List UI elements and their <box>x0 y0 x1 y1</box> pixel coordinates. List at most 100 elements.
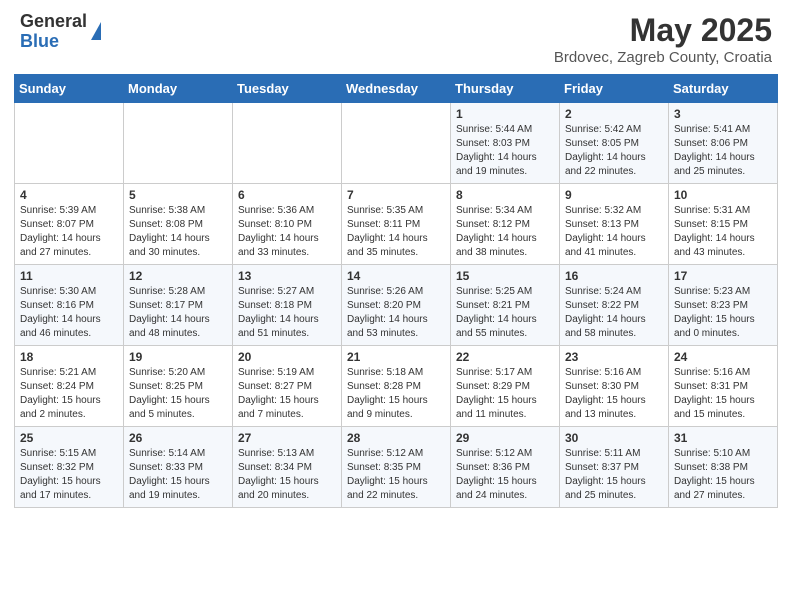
week-row-0: 1Sunrise: 5:44 AMSunset: 8:03 PMDaylight… <box>15 103 778 184</box>
day-number: 3 <box>674 107 772 121</box>
calendar-title: May 2025 <box>554 12 772 49</box>
day-number: 17 <box>674 269 772 283</box>
day-info: Sunrise: 5:24 AMSunset: 8:22 PMDaylight:… <box>565 285 663 341</box>
day-number: 15 <box>456 269 554 283</box>
day-info: Sunrise: 5:39 AMSunset: 8:07 PMDaylight:… <box>20 204 118 260</box>
day-number: 9 <box>565 188 663 202</box>
header-day-sunday: Sunday <box>15 75 124 103</box>
title-section: May 2025 Brdovec, Zagreb County, Croatia <box>554 12 772 66</box>
calendar-cell <box>124 103 233 184</box>
day-number: 13 <box>238 269 336 283</box>
day-info: Sunrise: 5:27 AMSunset: 8:18 PMDaylight:… <box>238 285 336 341</box>
day-info: Sunrise: 5:25 AMSunset: 8:21 PMDaylight:… <box>456 285 554 341</box>
day-info: Sunrise: 5:26 AMSunset: 8:20 PMDaylight:… <box>347 285 445 341</box>
header: General Blue May 2025 Brdovec, Zagreb Co… <box>0 0 792 74</box>
week-row-4: 25Sunrise: 5:15 AMSunset: 8:32 PMDayligh… <box>15 427 778 508</box>
day-info: Sunrise: 5:30 AMSunset: 8:16 PMDaylight:… <box>20 285 118 341</box>
calendar-cell: 4 Sunrise: 5:39 AMSunset: 8:07 PMDaylight… <box>15 184 124 265</box>
calendar-cell: 6 Sunrise: 5:36 AMSunset: 8:10 PMDaylight… <box>233 184 342 265</box>
day-info: Sunrise: 5:13 AMSunset: 8:34 PMDaylight:… <box>238 447 336 503</box>
day-info: Sunrise: 5:20 AMSunset: 8:25 PMDaylight:… <box>129 366 227 422</box>
day-number: 23 <box>565 350 663 364</box>
logo-text: General Blue <box>20 12 87 52</box>
calendar-cell: 16 Sunrise: 5:24 AMSunset: 8:22 PMDayligh… <box>560 265 669 346</box>
day-info: Sunrise: 5:38 AMSunset: 8:08 PMDaylight:… <box>129 204 227 260</box>
day-info: Sunrise: 5:23 AMSunset: 8:23 PMDaylight:… <box>674 285 772 341</box>
calendar-cell: 20Sunrise: 5:19 AMSunset: 8:27 PMDayligh… <box>233 346 342 427</box>
calendar-header: SundayMondayTuesdayWednesdayThursdayFrid… <box>15 75 778 103</box>
day-number: 30 <box>565 431 663 445</box>
header-day-monday: Monday <box>124 75 233 103</box>
header-day-saturday: Saturday <box>669 75 778 103</box>
day-info: Sunrise: 5:12 AMSunset: 8:35 PMDaylight:… <box>347 447 445 503</box>
day-info: Sunrise: 5:19 AMSunset: 8:27 PMDaylight:… <box>238 366 336 422</box>
day-number: 31 <box>674 431 772 445</box>
day-number: 29 <box>456 431 554 445</box>
day-number: 24 <box>674 350 772 364</box>
calendar-cell: 1Sunrise: 5:44 AMSunset: 8:03 PMDaylight… <box>451 103 560 184</box>
header-day-tuesday: Tuesday <box>233 75 342 103</box>
page-wrapper: General Blue May 2025 Brdovec, Zagreb Co… <box>0 0 792 518</box>
day-number: 19 <box>129 350 227 364</box>
day-number: 16 <box>565 269 663 283</box>
day-number: 14 <box>347 269 445 283</box>
header-row: SundayMondayTuesdayWednesdayThursdayFrid… <box>15 75 778 103</box>
calendar-cell: 23Sunrise: 5:16 AMSunset: 8:30 PMDayligh… <box>560 346 669 427</box>
day-info: Sunrise: 5:12 AMSunset: 8:36 PMDaylight:… <box>456 447 554 503</box>
day-info: Sunrise: 5:28 AMSunset: 8:17 PMDaylight:… <box>129 285 227 341</box>
calendar-container: SundayMondayTuesdayWednesdayThursdayFrid… <box>0 74 792 518</box>
calendar-table: SundayMondayTuesdayWednesdayThursdayFrid… <box>14 74 778 508</box>
calendar-cell: 7 Sunrise: 5:35 AMSunset: 8:11 PMDaylight… <box>342 184 451 265</box>
day-info: Sunrise: 5:14 AMSunset: 8:33 PMDaylight:… <box>129 447 227 503</box>
calendar-cell: 10 Sunrise: 5:31 AMSunset: 8:15 PMDayligh… <box>669 184 778 265</box>
calendar-cell: 12 Sunrise: 5:28 AMSunset: 8:17 PMDayligh… <box>124 265 233 346</box>
day-info: Sunrise: 5:35 AMSunset: 8:11 PMDaylight:… <box>347 204 445 260</box>
day-info: Sunrise: 5:31 AMSunset: 8:15 PMDaylight:… <box>674 204 772 260</box>
day-info: Sunrise: 5:16 AMSunset: 8:31 PMDaylight:… <box>674 366 772 422</box>
calendar-cell: 2Sunrise: 5:42 AMSunset: 8:05 PMDaylight… <box>560 103 669 184</box>
day-info: Sunrise: 5:36 AMSunset: 8:10 PMDaylight:… <box>238 204 336 260</box>
day-info: Sunrise: 5:32 AMSunset: 8:13 PMDaylight:… <box>565 204 663 260</box>
location-subtitle: Brdovec, Zagreb County, Croatia <box>554 49 772 66</box>
day-info: Sunrise: 5:10 AMSunset: 8:38 PMDaylight:… <box>674 447 772 503</box>
calendar-cell: 21 Sunrise: 5:18 AMSunset: 8:28 PMDayligh… <box>342 346 451 427</box>
day-number: 10 <box>674 188 772 202</box>
day-number: 7 <box>347 188 445 202</box>
logo-blue-text: Blue <box>20 32 87 52</box>
calendar-cell: 28 Sunrise: 5:12 AMSunset: 8:35 PMDayligh… <box>342 427 451 508</box>
day-number: 4 <box>20 188 118 202</box>
calendar-cell: 3 Sunrise: 5:41 AMSunset: 8:06 PMDaylight… <box>669 103 778 184</box>
day-number: 25 <box>20 431 118 445</box>
day-number: 2 <box>565 107 663 121</box>
calendar-cell: 25Sunrise: 5:15 AMSunset: 8:32 PMDayligh… <box>15 427 124 508</box>
day-info: Sunrise: 5:41 AMSunset: 8:06 PMDaylight:… <box>674 123 772 179</box>
week-row-1: 4 Sunrise: 5:39 AMSunset: 8:07 PMDaylight… <box>15 184 778 265</box>
header-day-wednesday: Wednesday <box>342 75 451 103</box>
logo-general-text: General <box>20 12 87 32</box>
day-info: Sunrise: 5:34 AMSunset: 8:12 PMDaylight:… <box>456 204 554 260</box>
calendar-cell: 31 Sunrise: 5:10 AMSunset: 8:38 PMDayligh… <box>669 427 778 508</box>
day-number: 11 <box>20 269 118 283</box>
calendar-cell: 26Sunrise: 5:14 AMSunset: 8:33 PMDayligh… <box>124 427 233 508</box>
calendar-cell: 19 Sunrise: 5:20 AMSunset: 8:25 PMDayligh… <box>124 346 233 427</box>
day-number: 22 <box>456 350 554 364</box>
calendar-cell <box>15 103 124 184</box>
calendar-cell <box>233 103 342 184</box>
day-number: 18 <box>20 350 118 364</box>
day-number: 28 <box>347 431 445 445</box>
calendar-cell: 17 Sunrise: 5:23 AMSunset: 8:23 PMDayligh… <box>669 265 778 346</box>
calendar-cell: 15 Sunrise: 5:25 AMSunset: 8:21 PMDayligh… <box>451 265 560 346</box>
calendar-cell: 11 Sunrise: 5:30 AMSunset: 8:16 PMDayligh… <box>15 265 124 346</box>
day-info: Sunrise: 5:44 AMSunset: 8:03 PMDaylight:… <box>456 123 554 179</box>
day-number: 12 <box>129 269 227 283</box>
week-row-2: 11 Sunrise: 5:30 AMSunset: 8:16 PMDayligh… <box>15 265 778 346</box>
week-row-3: 18Sunrise: 5:21 AMSunset: 8:24 PMDayligh… <box>15 346 778 427</box>
day-number: 21 <box>347 350 445 364</box>
logo: General Blue <box>20 12 101 52</box>
calendar-cell: 13 Sunrise: 5:27 AMSunset: 8:18 PMDayligh… <box>233 265 342 346</box>
day-number: 6 <box>238 188 336 202</box>
logo-triangle-icon <box>91 22 101 40</box>
day-info: Sunrise: 5:18 AMSunset: 8:28 PMDaylight:… <box>347 366 445 422</box>
calendar-cell: 8Sunrise: 5:34 AMSunset: 8:12 PMDaylight… <box>451 184 560 265</box>
day-number: 27 <box>238 431 336 445</box>
